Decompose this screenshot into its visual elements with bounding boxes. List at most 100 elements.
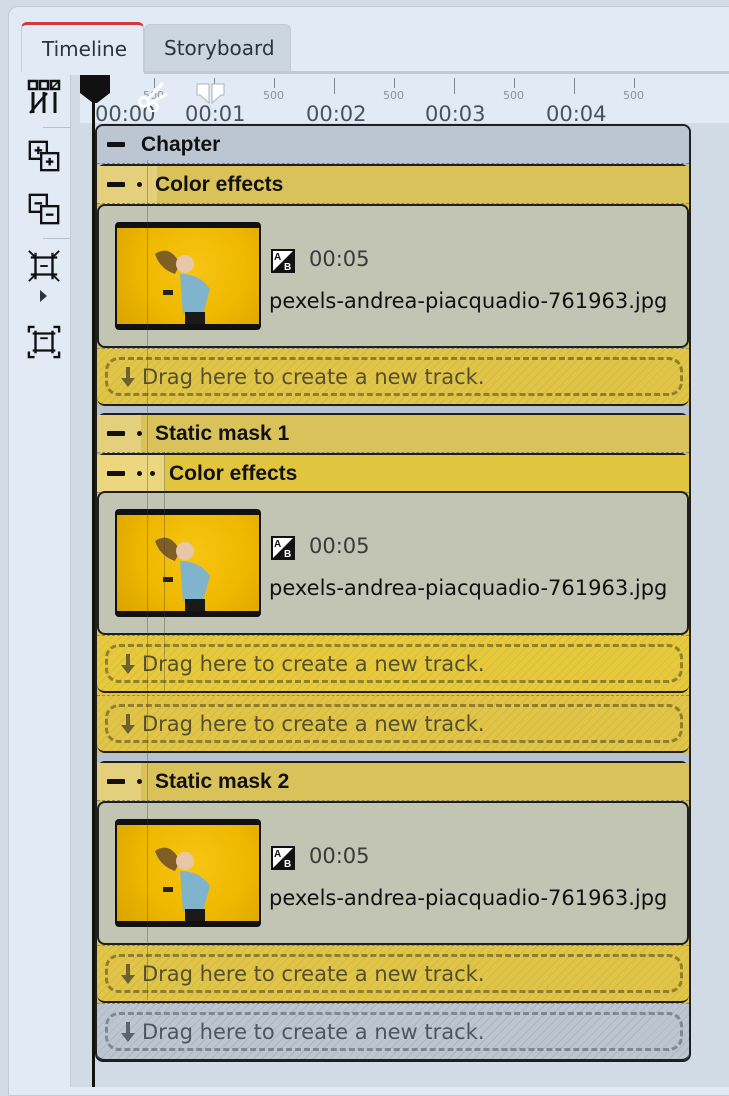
drop-zone-text: Drag here to create a new track.: [142, 364, 485, 389]
down-arrow-icon: [114, 1021, 142, 1043]
tab-timeline[interactable]: Timeline: [21, 22, 144, 72]
tab-storyboard-label: Storyboard: [164, 36, 275, 60]
chapter-label: Chapter: [141, 132, 221, 156]
clip-filename: pexels-andrea-piacquadio-761963.jpg: [269, 289, 668, 313]
clip-thumbnail: [115, 819, 261, 927]
level-dot: [150, 471, 155, 476]
tab-divider: [144, 71, 729, 74]
collapse-group-icon[interactable]: [107, 431, 125, 436]
shrink-view-icon: [28, 250, 60, 282]
ruler-sub-label: 500: [383, 89, 404, 102]
drop-zone[interactable]: Drag here to create a new track.: [97, 695, 689, 753]
clip-thumbnail: [115, 222, 261, 330]
photo-image: [155, 537, 210, 611]
clip-filename: pexels-andrea-piacquadio-761963.jpg: [269, 886, 668, 910]
timeline-toolbar: [23, 75, 89, 1087]
ruler-sub-label: 500: [503, 89, 524, 102]
transition-ab-icon: A B: [271, 846, 295, 870]
drop-zone[interactable]: Drag here to create a new track.: [97, 945, 689, 1003]
down-arrow-icon: [114, 366, 142, 388]
chapter-track: Chapter Color effects A B 00:05 pexels-a…: [95, 124, 691, 1062]
ruler-tick-half: [514, 78, 515, 88]
photo-image: [155, 250, 210, 324]
time-guide-line: [147, 160, 148, 1000]
effect-group-static-mask-2: Static mask 2 A B 00:05 pexels-andrea-pi…: [97, 761, 689, 1003]
collapse-all-button[interactable]: [27, 190, 61, 228]
level-dot: [137, 779, 142, 784]
photo-image: [155, 847, 210, 921]
effect-group-color-effects-nested: Color effects A B 00:05 pexels-andrea-pi…: [97, 453, 689, 695]
expand-arrow-icon[interactable]: [39, 289, 49, 308]
clip-thumbnail: [115, 509, 261, 617]
expand-view-button[interactable]: [27, 323, 61, 361]
drop-zone[interactable]: Drag here to create a new track.: [97, 348, 689, 406]
time-ruler[interactable]: 500 500 500 500 500 00:00 00:01 00:02 00…: [80, 75, 729, 126]
effect-group-color-effects: Color effects A B 00:05 pexels-andrea-pi…: [97, 164, 689, 406]
effect-group-static-mask-1: Static mask 1 Color effects A B 00:05 pe…: [97, 413, 689, 753]
time-guide-line: [164, 452, 165, 692]
ruler-tick-half: [394, 78, 395, 88]
ruler-time-label: 00:03: [425, 102, 486, 126]
media-clip[interactable]: A B 00:05 pexels-andrea-piacquadio-76196…: [97, 491, 689, 635]
split-tracks-icon: [27, 79, 61, 114]
clip-duration: 00:05: [309, 534, 370, 558]
level-dot: [137, 182, 142, 187]
effect-header[interactable]: Static mask 1: [97, 415, 689, 453]
playhead-line[interactable]: [92, 95, 95, 1087]
transition-ab-icon: A B: [271, 536, 295, 560]
effect-label: Static mask 2: [155, 769, 290, 793]
chapter-drop-zone[interactable]: Drag here to create a new track.: [97, 1003, 689, 1060]
collapse-chapter-icon[interactable]: [107, 142, 125, 147]
effect-label: Color effects: [169, 461, 298, 485]
drop-zone-text: Drag here to create a new track.: [142, 961, 485, 986]
tab-bar: Timeline Storyboard: [21, 22, 291, 72]
svg-text:A: A: [274, 539, 281, 550]
clip-duration: 00:05: [309, 247, 370, 271]
chapter-header[interactable]: Chapter: [97, 126, 689, 164]
down-arrow-icon: [114, 963, 142, 985]
collapse-group-icon[interactable]: [107, 182, 125, 187]
effect-header[interactable]: Color effects: [97, 455, 689, 493]
expand-all-button[interactable]: [27, 137, 61, 175]
collapse-group-icon[interactable]: [107, 779, 125, 784]
expand-all-icon: [28, 140, 60, 172]
drop-zone-text: Drag here to create a new track.: [142, 711, 485, 736]
ruler-tick-half: [274, 78, 275, 88]
scissors-icon[interactable]: [137, 80, 173, 112]
collapse-all-icon: [28, 193, 60, 225]
shrink-view-button[interactable]: [27, 247, 61, 285]
svg-text:B: B: [284, 262, 291, 273]
transition-ab-icon: A B: [271, 249, 295, 273]
tab-storyboard[interactable]: Storyboard: [144, 24, 291, 72]
drop-zone-text: Drag here to create a new track.: [142, 1019, 485, 1044]
split-tracks-button[interactable]: [27, 78, 61, 116]
drop-zone[interactable]: Drag here to create a new track.: [97, 635, 689, 693]
down-arrow-icon: [114, 713, 142, 735]
clip-filename: pexels-andrea-piacquadio-761963.jpg: [269, 576, 668, 600]
ruler-tick-half: [634, 78, 635, 88]
effect-header[interactable]: Color effects: [97, 166, 689, 204]
marker-icon[interactable]: [196, 83, 226, 107]
ruler-tick: [454, 78, 455, 94]
media-clip[interactable]: A B 00:05 pexels-andrea-piacquadio-76196…: [97, 801, 689, 945]
expand-view-icon: [27, 325, 61, 359]
drop-zone-text: Drag here to create a new track.: [142, 651, 485, 676]
level-dot: [137, 431, 142, 436]
svg-text:A: A: [274, 849, 281, 860]
effect-label: Static mask 1: [155, 421, 290, 445]
playhead-handle[interactable]: [80, 75, 110, 105]
clip-duration: 00:05: [309, 844, 370, 868]
ruler-time-label: 00:02: [306, 102, 367, 126]
down-arrow-icon: [114, 653, 142, 675]
collapse-group-icon[interactable]: [107, 471, 125, 476]
svg-text:A: A: [274, 252, 281, 263]
tab-timeline-label: Timeline: [42, 36, 128, 61]
effect-header[interactable]: Static mask 2: [97, 763, 689, 801]
svg-text:B: B: [284, 549, 291, 560]
effect-label: Color effects: [155, 172, 284, 196]
media-clip[interactable]: A B 00:05 pexels-andrea-piacquadio-76196…: [97, 204, 689, 348]
ruler-sub-label: 500: [263, 89, 284, 102]
ruler-time-label: 00:04: [546, 102, 607, 126]
ruler-sub-label: 500: [623, 89, 644, 102]
level-dot: [137, 471, 142, 476]
